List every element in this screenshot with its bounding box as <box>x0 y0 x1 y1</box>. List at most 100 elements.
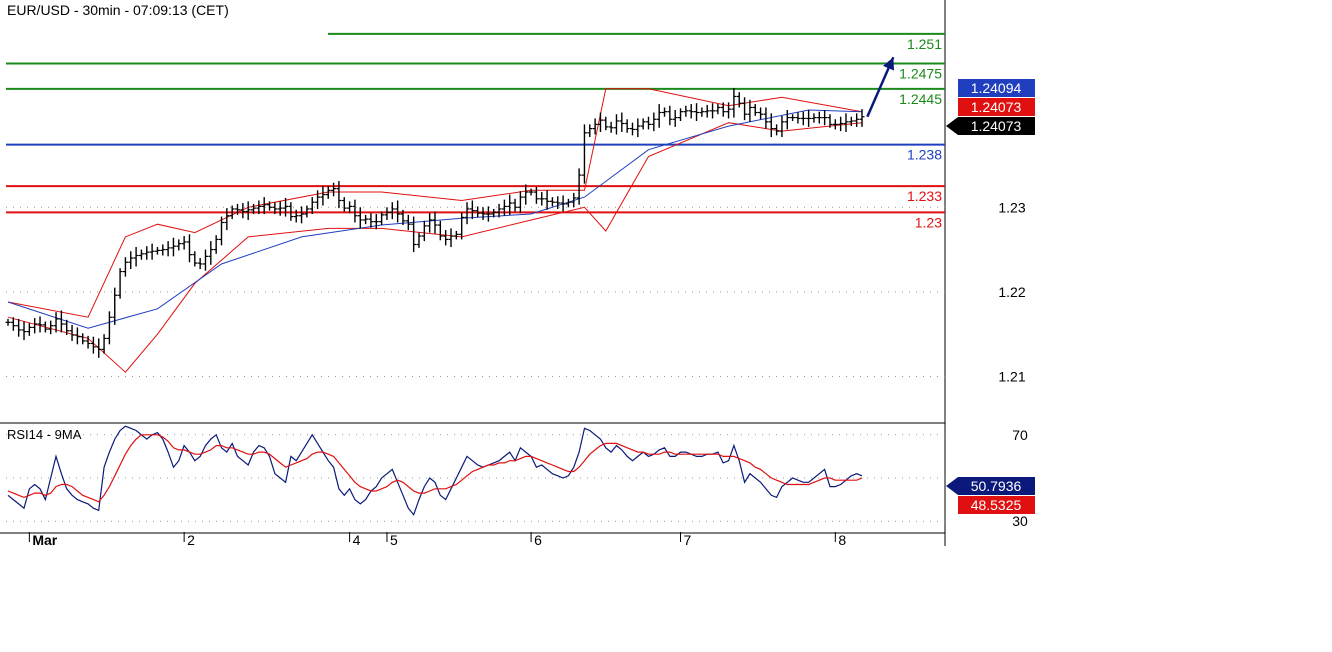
ohlc-bar <box>715 104 721 115</box>
ohlc-bar <box>138 249 144 260</box>
price-tick-label: 1.23 <box>998 199 1025 215</box>
rsi-title: RSI14 - 9MA <box>7 427 82 442</box>
ohlc-bar <box>363 214 369 225</box>
ohlc-bar <box>811 113 817 123</box>
ohlc-bar <box>688 104 694 119</box>
ohlc-bar <box>58 310 64 333</box>
ohlc-bar <box>384 207 390 220</box>
ohlc-bar <box>427 213 433 233</box>
axis-layer: 1.21 1.22 1.23 30 70 Mar 2 4 5 6 7 8 <box>28 199 1028 548</box>
ohlc-bar <box>656 104 662 128</box>
ohlc-bar <box>640 118 646 130</box>
ohlc-bar <box>613 114 619 135</box>
ohlc-bar <box>806 109 812 127</box>
chart-frame <box>0 0 946 546</box>
ohlc-bar <box>608 121 614 133</box>
ohlc-bar <box>523 184 529 205</box>
ohlc-bar <box>678 108 684 121</box>
ohlc-bar <box>96 338 102 358</box>
ohlc-bar <box>651 112 657 132</box>
ohlc-bar <box>736 92 742 108</box>
ohlc-bar <box>144 246 150 260</box>
ohlc-bar <box>832 119 838 130</box>
chart-root: 1.251 1.2475 1.2445 1.238 1.233 1.23 1.21 1.22… <box>0 0 1332 647</box>
ohlc-bar <box>181 236 187 250</box>
ohlc-bar <box>443 230 449 246</box>
ohlc-bar <box>480 207 486 220</box>
ohlc-bar <box>352 199 358 223</box>
ohlc-bar <box>448 228 454 248</box>
ohlc-bar <box>854 113 860 127</box>
level-label: 1.23 <box>915 214 942 230</box>
ohlc-bar <box>336 181 342 209</box>
ohlc-bar <box>848 116 854 127</box>
ohlc-bar <box>646 116 651 130</box>
ohlc-bar <box>80 333 86 345</box>
ohlc-bar <box>459 212 465 240</box>
ohlc-bar <box>726 102 732 119</box>
ohlc-bar <box>192 251 198 267</box>
rsi-tag: 50.7936 <box>946 477 1035 495</box>
chart-svg: 1.2511.24751.24451.2381.2331.23 1.211.22… <box>0 0 1035 548</box>
ohlc-bar <box>421 220 427 242</box>
ohlc-bar <box>208 241 214 265</box>
rsi-tick-label: 70 <box>1012 427 1028 443</box>
ohlc-bar <box>373 214 379 230</box>
price-tag-label: 1.24073 <box>971 99 1022 115</box>
ohlc-bar <box>629 122 635 136</box>
ohlc-bar <box>752 104 758 116</box>
rsi-tag-label: 48.5325 <box>971 497 1022 513</box>
level-label: 1.233 <box>907 188 942 204</box>
level-label: 1.238 <box>907 147 942 163</box>
ohlc-bar <box>822 109 828 126</box>
ohlc-bar <box>453 230 459 240</box>
ohlc-bar <box>779 115 785 138</box>
ohlc-bar <box>581 124 587 184</box>
ohlc-bar <box>106 311 112 345</box>
ohlc-bar <box>186 234 192 263</box>
ohlc-bar <box>69 324 75 341</box>
ohlc-bar <box>758 107 764 120</box>
level-label: 1.2475 <box>899 65 942 81</box>
ohlc-bar <box>154 247 160 255</box>
ohlc-bar <box>603 116 609 131</box>
ohlc-bar <box>710 103 716 119</box>
ohlc-bar <box>683 105 689 117</box>
ohlc-bar <box>437 220 443 241</box>
ohlc-bar <box>176 239 182 251</box>
ohlc-bar <box>667 105 673 126</box>
ohlc-bar <box>432 211 438 234</box>
ohlc-bar <box>624 119 630 133</box>
ohlc-bar <box>368 213 374 228</box>
ohlc-bar <box>128 251 134 270</box>
ohlc-bar <box>485 206 491 222</box>
ohlc-bar <box>299 206 305 224</box>
ohlc-bar <box>26 323 32 336</box>
rsi-tag-label: 50.7936 <box>971 478 1022 494</box>
price-tag-label: 1.24094 <box>971 80 1022 96</box>
price-tick-label: 1.21 <box>998 368 1025 384</box>
ohlc-bar <box>662 107 668 117</box>
ohlc-bar <box>112 287 118 325</box>
ohlc-bar <box>122 257 128 277</box>
ohlc-bar <box>245 201 251 220</box>
ohlc-bar <box>48 320 54 335</box>
ohlc-bar <box>379 211 385 226</box>
ohlc-bar <box>838 116 844 132</box>
ohlc-bar <box>416 232 422 248</box>
ohlc-bar <box>149 243 155 260</box>
ohlc-bar <box>16 318 22 337</box>
x-tick-label: 2 <box>187 532 195 548</box>
rsi-tick-label: 30 <box>1012 513 1028 529</box>
ohlc-bar <box>133 247 139 267</box>
ohlc-bar <box>699 107 705 117</box>
ohlc-bar <box>213 235 219 254</box>
ohlc-bar <box>539 192 545 206</box>
x-tick-label: 4 <box>353 532 361 548</box>
ohlc-bar <box>694 103 700 121</box>
ohlc-bar <box>619 112 625 132</box>
ohlc-bar <box>784 109 790 130</box>
ohlc-bar <box>672 109 678 127</box>
candles-layer <box>5 87 865 358</box>
x-tick-label: Mar <box>32 532 57 548</box>
